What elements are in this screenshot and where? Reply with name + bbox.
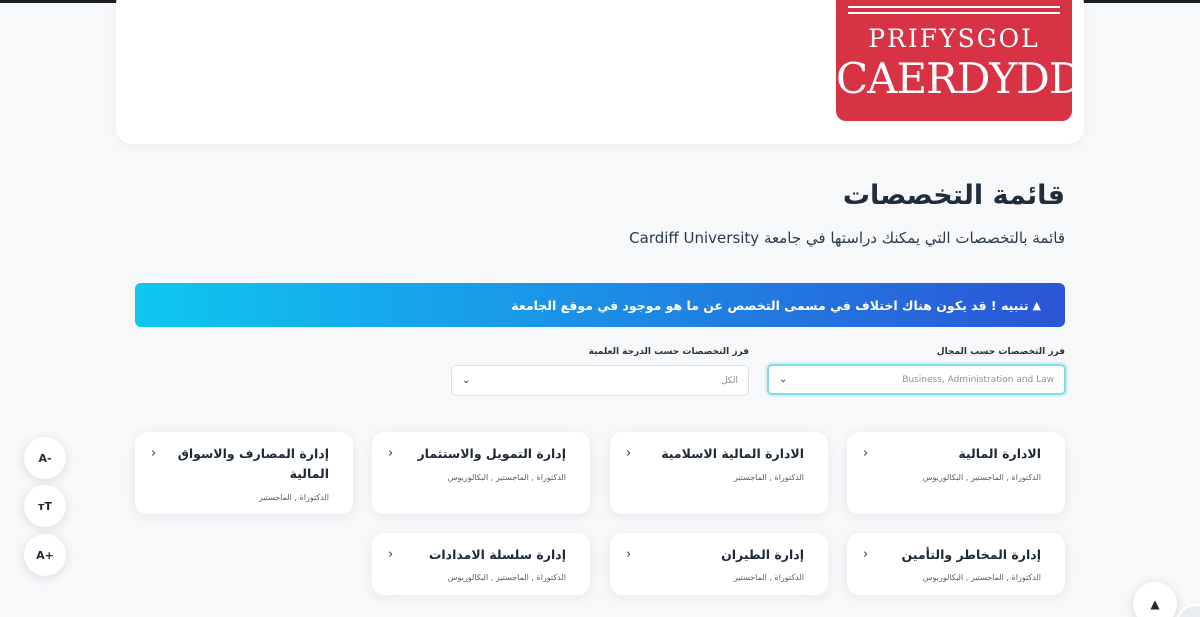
specialty-name: الادارة المالية — [958, 446, 1041, 461]
specialty-degrees: الدكتوراة , الماجستير , البكالوريوس — [447, 473, 566, 482]
decrease-font-button[interactable]: A- — [24, 437, 66, 479]
logo-line-1: PRIFYSGOL — [868, 24, 1040, 53]
degree-filter-select[interactable]: الكل ⌄ — [451, 365, 749, 396]
specialty-card[interactable]: إدارة الطيران الدكتوراة , الماجستير ‹ — [610, 533, 828, 595]
logo-line-2: CAERDYDD — [836, 54, 1072, 103]
chevron-down-icon: ⌄ — [779, 374, 788, 385]
warning-triangle-icon: ▲ — [1032, 298, 1041, 312]
chevron-left-icon: ‹ — [151, 446, 157, 461]
page-title: قائمة التخصصات — [842, 180, 1065, 211]
specialty-card[interactable]: إدارة المخاطر والتأمين الدكتوراة , الماج… — [847, 533, 1065, 595]
field-filter-label: فرز التخصصات حسب المجال — [936, 347, 1065, 357]
specialty-card[interactable]: إدارة المصارف والاسواق المالية الدكتوراة… — [135, 432, 353, 514]
chevron-down-icon: ⌄ — [462, 375, 471, 386]
reset-font-button[interactable]: ᴛT — [24, 485, 66, 527]
specialty-card[interactable]: إدارة سلسلة الامدادات الدكتوراة , الماجس… — [372, 533, 590, 595]
chevron-left-icon: ‹ — [388, 446, 394, 461]
specialty-degrees: الدكتوراة , الماجستير — [733, 473, 804, 482]
specialty-name: إدارة الطيران — [721, 547, 804, 562]
specialty-degrees: الدكتوراة , الماجستير — [733, 573, 804, 582]
field-filter-value: Business, Administration and Law — [902, 374, 1054, 385]
university-header-card: PRIFYSGOL CAERDYDD — [116, 0, 1084, 144]
chevron-left-icon: ‹ — [863, 446, 869, 461]
degree-filter-value: الكل — [720, 375, 738, 386]
specialty-name: إدارة المصارف والاسواق المالية — [177, 446, 329, 481]
specialty-name: الادارة المالية الاسلامية — [661, 446, 804, 461]
chat-widget[interactable] — [1176, 604, 1200, 617]
scroll-top-button[interactable]: ▲ — [1133, 582, 1177, 617]
university-logo: PRIFYSGOL CAERDYDD — [836, 0, 1072, 121]
specialty-degrees: الدكتوراة , الماجستير — [258, 493, 329, 502]
arrow-up-icon: ▲ — [1150, 597, 1160, 611]
specialty-degrees: الدكتوراة , الماجستير , البكالوريوس — [447, 573, 566, 582]
specialty-card[interactable]: إدارة التمويل والاستثمار الدكتوراة , الم… — [372, 432, 590, 514]
specialty-name: إدارة المخاطر والتأمين — [901, 547, 1041, 562]
specialty-card[interactable]: الادارة المالية الدكتوراة , الماجستير , … — [847, 432, 1065, 514]
increase-font-button[interactable]: A+ — [24, 534, 66, 576]
degree-filter-label: فرز التخصصات حسب الدرجة العلمية — [588, 347, 749, 357]
chevron-left-icon: ‹ — [626, 547, 632, 562]
chevron-left-icon: ‹ — [863, 547, 869, 562]
chevron-left-icon: ‹ — [388, 547, 394, 562]
alert-text: تنبيه ! قد يكون هناك اختلاف في مسمى التخ… — [511, 297, 1029, 313]
specialty-degrees: الدكتوراة , الماجستير , البكالوريوس — [922, 573, 1041, 582]
specialty-name: إدارة سلسلة الامدادات — [428, 547, 566, 562]
specialty-name: إدارة التمويل والاستثمار — [417, 446, 566, 461]
warning-alert: ▲ تنبيه ! قد يكون هناك اختلاف في مسمى ال… — [135, 283, 1065, 327]
page-subtitle: قائمة بالتخصصات التي يمكنك دراستها في جا… — [629, 229, 1065, 247]
specialty-card[interactable]: الادارة المالية الاسلامية الدكتوراة , ال… — [610, 432, 828, 514]
specialty-degrees: الدكتوراة , الماجستير , البكالوريوس — [922, 473, 1041, 482]
chevron-left-icon: ‹ — [626, 446, 632, 461]
field-filter-select[interactable]: Business, Administration and Law ⌄ — [767, 364, 1066, 395]
